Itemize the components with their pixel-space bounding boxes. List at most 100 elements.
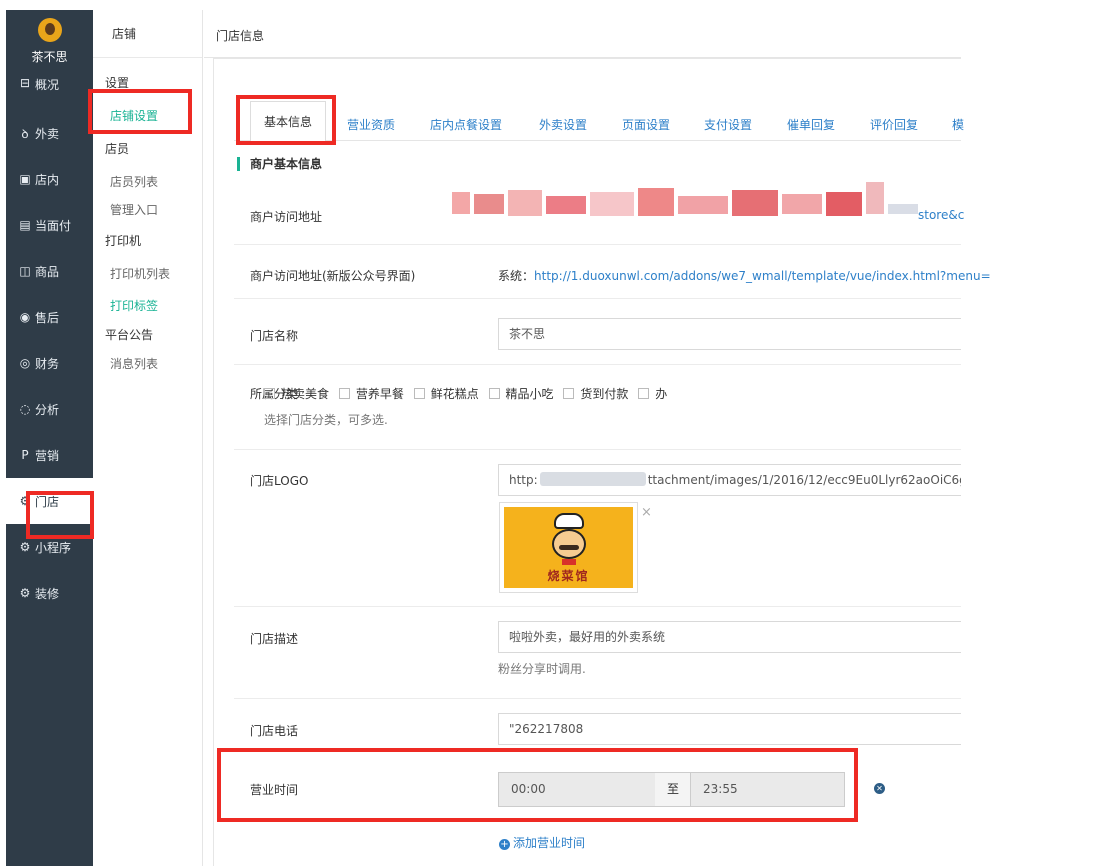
sidebar-item-label: 营销: [35, 448, 60, 463]
sidebar-item-takeout[interactable]: ꝺ 外卖: [6, 110, 93, 156]
subnav-item-admin-entry[interactable]: 管理入口: [93, 192, 202, 228]
sidebar-item-label: 售后: [35, 310, 60, 325]
visit-url-new-link[interactable]: http://1.duoxunwl.com/addons/we7_wmall/t…: [534, 269, 991, 283]
row-visit-url-new: 商户访问地址(新版公众号界面) 系统：http://1.duoxunwl.com…: [234, 245, 991, 299]
sidebar-item-goods[interactable]: ◫ 商品: [6, 248, 93, 294]
row-category: 所属分类: [234, 365, 961, 450]
dine-in-icon: ▣: [19, 172, 31, 186]
checkbox-icon[interactable]: [264, 388, 275, 399]
logo-text: 烧菜馆: [547, 569, 590, 583]
logo-image: 烧菜馆: [504, 507, 633, 588]
tab-payment-settings[interactable]: 支付设置: [704, 116, 752, 133]
highlight-store-settings: [88, 89, 192, 134]
desc-help: 粉丝分享时调用.: [498, 662, 586, 676]
sidebar-item-marketing[interactable]: P 营销: [6, 432, 93, 478]
visit-url-new-label: 商户访问地址(新版公众号界面): [250, 269, 416, 283]
tab-dine-in-settings[interactable]: 店内点餐设置: [430, 116, 502, 133]
dashboard-icon: ⊟: [19, 76, 31, 90]
tab-review-reply[interactable]: 评价回复: [870, 116, 918, 133]
checkbox-icon[interactable]: [338, 388, 350, 399]
subnav-item-message-list[interactable]: 消息列表: [93, 346, 202, 382]
category-option-label: 办: [655, 387, 668, 401]
sidebar-item-overview[interactable]: ⊟ 概况: [6, 76, 93, 110]
tab-business-license[interactable]: 营业资质: [347, 116, 395, 133]
category-option-label: 货到付款: [580, 387, 629, 401]
checkbox-icon[interactable]: [413, 388, 425, 399]
remove-hours-icon[interactable]: ✕: [874, 783, 885, 794]
sidebar-item-dine-in[interactable]: ▣ 店内: [6, 156, 93, 202]
tab-reminder-reply[interactable]: 催单回复: [787, 116, 835, 133]
visit-url-label: 商户访问地址: [250, 210, 323, 224]
sidebar-item-label: 装修: [35, 586, 60, 601]
sidebar-item-label: 当面付: [35, 218, 72, 233]
analysis-icon: ◌: [19, 402, 31, 416]
checkbox-icon[interactable]: [488, 388, 500, 399]
sidebar-item-label: 分析: [35, 402, 60, 417]
brand-name: 茶不思: [31, 50, 68, 64]
category-option[interactable]: 鲜花糕点: [413, 387, 479, 401]
visit-url-new-value: 系统：http://1.duoxunwl.com/addons/we7_wmal…: [498, 267, 991, 284]
blurred-url-image: [452, 178, 918, 228]
logo-url-input[interactable]: http: ttachment/images/1/2016/12/ecc9Eu0L…: [498, 464, 961, 496]
logo-url-blur: [539, 472, 646, 486]
sidebar-item-label: 商品: [35, 264, 60, 279]
visit-url-value[interactable]: store&c: [918, 208, 964, 222]
logo-url-prefix: http:: [509, 473, 538, 487]
chef-hat: [554, 513, 584, 529]
plus-icon: +: [499, 839, 510, 850]
logo-url-suffix: ttachment/images/1/2016/12/ecc9Eu0Llyr62…: [647, 473, 961, 487]
subnav-group-printer: 打印机: [105, 234, 142, 248]
logo-remove-icon[interactable]: ×: [641, 505, 652, 520]
category-checkboxes: 热卖美食 营养早餐 鲜花糕点 精品小吃 货到付款 办: [264, 385, 673, 402]
add-hours-link[interactable]: + 添加营业时间: [499, 834, 585, 851]
category-option[interactable]: 货到付款: [563, 387, 628, 401]
marketing-icon: P: [21, 448, 29, 462]
category-option-label: 鲜花糕点: [430, 387, 479, 401]
page-title: 门店信息: [216, 29, 265, 43]
pay-icon: ▤: [19, 218, 31, 232]
tab-takeout-settings[interactable]: 外卖设置: [539, 116, 587, 133]
category-help: 选择门店分类，可多选.: [264, 413, 388, 427]
subnav-item-printer-list[interactable]: 打印机列表: [93, 256, 202, 292]
highlight-store-nav: [26, 491, 94, 539]
highlight-business-hours: [217, 748, 858, 822]
subnav-title: 店铺: [93, 10, 202, 58]
sub-sidebar: 店铺 设置 店铺设置 店员 店员列表 管理入口 打印机 打印机列表 打印标签 平…: [93, 10, 203, 866]
chef-scarf: [562, 559, 576, 565]
main-header: 门店信息: [204, 10, 961, 58]
row-phone: 门店电话 "262217808: [234, 699, 961, 754]
phone-input[interactable]: "262217808: [498, 713, 961, 745]
category-option-label: 热卖美食: [281, 387, 330, 401]
category-option[interactable]: 精品小吃: [488, 387, 554, 401]
bike-icon: ꝺ: [21, 126, 29, 141]
store-name-input[interactable]: 茶不思: [498, 318, 961, 350]
checkbox-icon[interactable]: [563, 388, 575, 399]
row-description: 门店描述 啦啦外卖，最好用的外卖系统 粉丝分享时调用.: [234, 607, 961, 699]
aftersale-icon: ◉: [19, 310, 31, 324]
tab-more[interactable]: 模: [952, 116, 964, 133]
tab-page-settings[interactable]: 页面设置: [622, 116, 670, 133]
sidebar-item-analysis[interactable]: ◌ 分析: [6, 386, 93, 432]
checkbox-icon[interactable]: [638, 388, 650, 399]
logo-label: 门店LOGO: [250, 474, 309, 488]
category-option[interactable]: 热卖美食: [264, 387, 329, 401]
desc-label: 门店描述: [250, 632, 299, 646]
sidebar-item-label: 小程序: [35, 540, 72, 555]
sidebar-item-finance[interactable]: ◎ 财务: [6, 340, 93, 386]
miniapp-gear-icon: ⚙: [19, 540, 31, 554]
visit-url-new-prefix: 系统：: [498, 269, 535, 283]
category-option-label: 营养早餐: [355, 387, 404, 401]
category-option[interactable]: 营养早餐: [338, 387, 404, 401]
desc-input[interactable]: 啦啦外卖，最好用的外卖系统: [498, 621, 961, 653]
brand: 茶不思: [6, 10, 93, 76]
sidebar-item-label: 财务: [35, 356, 60, 371]
subnav-group-staff: 店员: [105, 142, 130, 156]
sidebar-item-decoration[interactable]: ⚙ 装修: [6, 570, 93, 616]
tab-bar: 基本信息 营业资质 店内点餐设置 外卖设置 页面设置 支付设置 催单回复 评价回…: [234, 101, 964, 142]
add-hours-label: 添加营业时间: [513, 836, 586, 850]
subnav-item-print-label[interactable]: 打印标签: [93, 288, 202, 324]
phone-label: 门店电话: [250, 724, 299, 738]
category-option[interactable]: 办: [638, 387, 667, 401]
sidebar-item-aftersale[interactable]: ◉ 售后: [6, 294, 93, 340]
sidebar-item-face-pay[interactable]: ▤ 当面付: [6, 202, 93, 248]
